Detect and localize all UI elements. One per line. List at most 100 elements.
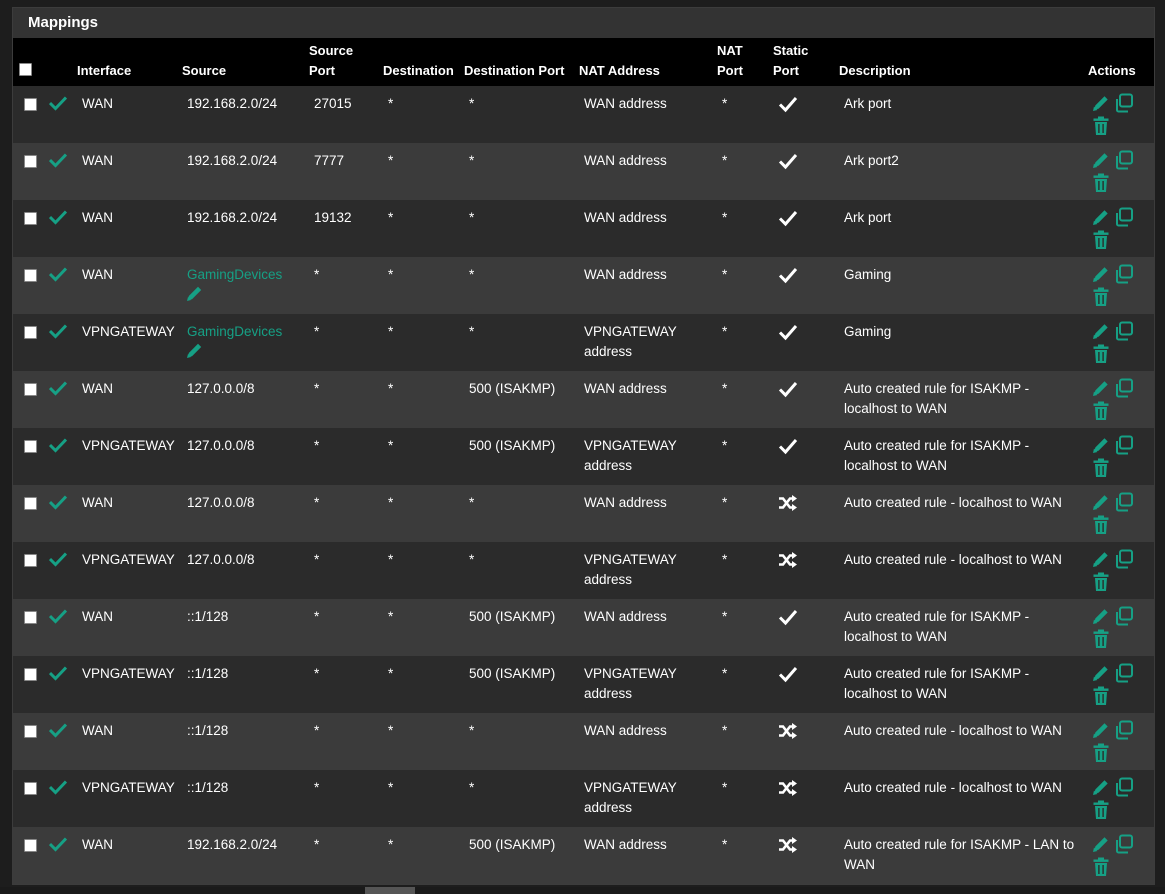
row-checkbox[interactable]: [24, 668, 37, 681]
trash-icon[interactable]: [1092, 743, 1110, 763]
source-port-cell: 19132: [314, 210, 352, 225]
random-port-shuffle-icon: [779, 723, 797, 739]
table-row: VPNGATEWAY GamingDevices * * * VPNGATEWA…: [13, 314, 1154, 371]
row-checkbox[interactable]: [24, 212, 37, 225]
edit-pencil-icon[interactable]: [1092, 550, 1110, 568]
trash-icon[interactable]: [1092, 800, 1110, 820]
enabled-check-icon: [49, 210, 67, 225]
row-checkbox[interactable]: [24, 839, 37, 852]
row-checkbox[interactable]: [24, 782, 37, 795]
description-cell: Gaming: [844, 265, 891, 285]
copy-icon[interactable]: [1114, 207, 1134, 227]
source-cell: 127.0.0.0/8: [187, 552, 255, 567]
row-checkbox[interactable]: [24, 554, 37, 567]
trash-icon[interactable]: [1092, 629, 1110, 649]
source-pencil-icon[interactable]: [186, 342, 204, 359]
description-cell: Ark port: [844, 94, 891, 114]
header-destination-port: Destination Port: [464, 63, 565, 78]
nat-address-cell: VPNGATEWAY address: [584, 322, 677, 362]
copy-icon[interactable]: [1114, 663, 1134, 683]
row-checkbox[interactable]: [24, 440, 37, 453]
trash-icon[interactable]: [1092, 116, 1110, 136]
nat-port-cell: *: [722, 438, 728, 453]
copy-icon[interactable]: [1114, 264, 1134, 284]
destination-port-cell: *: [469, 780, 475, 795]
trash-icon[interactable]: [1092, 857, 1110, 877]
destination-port-cell: *: [469, 723, 475, 738]
edit-pencil-icon[interactable]: [1092, 94, 1110, 112]
trash-icon[interactable]: [1092, 686, 1110, 706]
trash-icon[interactable]: [1092, 230, 1110, 250]
copy-icon[interactable]: [1114, 549, 1134, 569]
enabled-check-icon: [49, 609, 67, 624]
row-checkbox[interactable]: [24, 383, 37, 396]
copy-icon[interactable]: [1114, 93, 1134, 113]
nat-address-cell: WAN address: [584, 208, 667, 228]
row-checkbox[interactable]: [24, 497, 37, 510]
source-port-cell: *: [314, 552, 320, 567]
row-checkbox[interactable]: [24, 611, 37, 624]
edit-pencil-icon[interactable]: [1092, 607, 1110, 625]
enabled-check-icon: [49, 267, 67, 282]
interface-cell: WAN: [82, 153, 113, 168]
trash-icon[interactable]: [1092, 344, 1110, 364]
destination-cell: *: [388, 438, 394, 453]
copy-icon[interactable]: [1114, 378, 1134, 398]
edit-pencil-icon[interactable]: [1092, 778, 1110, 796]
nat-address-line1: WAN address: [584, 609, 667, 624]
copy-icon[interactable]: [1114, 492, 1134, 512]
nat-address-line1: WAN address: [584, 495, 667, 510]
destination-port-cell: 500 (ISAKMP): [469, 381, 556, 396]
nat-port-cell: *: [722, 723, 728, 738]
edit-pencil-icon[interactable]: [1092, 322, 1110, 340]
trash-icon[interactable]: [1092, 515, 1110, 535]
table-header: Interface Source Source Port Destination…: [13, 38, 1154, 86]
nat-address-line1: VPNGATEWAY: [584, 666, 677, 681]
copy-icon[interactable]: [1114, 720, 1134, 740]
enabled-check-icon: [49, 153, 67, 168]
source-pencil-icon[interactable]: [186, 285, 204, 302]
copy-icon[interactable]: [1114, 321, 1134, 341]
edit-pencil-icon[interactable]: [1092, 493, 1110, 511]
horizontal-scrollbar[interactable]: [0, 887, 1165, 894]
destination-cell: *: [388, 780, 394, 795]
interface-cell: WAN: [82, 609, 113, 624]
edit-pencil-icon[interactable]: [1092, 721, 1110, 739]
row-checkbox[interactable]: [24, 155, 37, 168]
copy-icon[interactable]: [1114, 834, 1134, 854]
trash-icon[interactable]: [1092, 287, 1110, 307]
copy-icon[interactable]: [1114, 150, 1134, 170]
edit-pencil-icon[interactable]: [1092, 151, 1110, 169]
edit-pencil-icon[interactable]: [1092, 265, 1110, 283]
source-cell: GamingDevices: [187, 267, 283, 282]
trash-icon[interactable]: [1092, 572, 1110, 592]
row-checkbox[interactable]: [24, 98, 37, 111]
copy-icon[interactable]: [1114, 777, 1134, 797]
trash-icon[interactable]: [1092, 458, 1110, 478]
source-cell: ::1/128: [187, 780, 229, 795]
random-port-shuffle-icon: [779, 552, 797, 568]
destination-cell: *: [388, 552, 394, 567]
row-checkbox[interactable]: [24, 269, 37, 282]
row-checkbox[interactable]: [24, 725, 37, 738]
copy-icon[interactable]: [1114, 606, 1134, 626]
edit-pencil-icon[interactable]: [1092, 436, 1110, 454]
edit-pencil-icon[interactable]: [1092, 208, 1110, 226]
destination-port-cell: *: [469, 324, 475, 339]
edit-pencil-icon[interactable]: [1092, 835, 1110, 853]
nat-port-cell: *: [722, 96, 728, 111]
header-static-port-line1: Static: [773, 43, 809, 58]
row-checkbox[interactable]: [24, 326, 37, 339]
edit-pencil-icon[interactable]: [1092, 379, 1110, 397]
select-all-checkbox[interactable]: [19, 63, 32, 76]
nat-port-cell: *: [722, 381, 728, 396]
trash-icon[interactable]: [1092, 173, 1110, 193]
random-port-shuffle-icon: [779, 780, 797, 796]
edit-pencil-icon[interactable]: [1092, 664, 1110, 682]
source-port-cell: *: [314, 666, 320, 681]
scrollbar-thumb[interactable]: [365, 887, 415, 894]
interface-cell: WAN: [82, 381, 113, 396]
trash-icon[interactable]: [1092, 401, 1110, 421]
copy-icon[interactable]: [1114, 435, 1134, 455]
source-cell: 127.0.0.0/8: [187, 381, 255, 396]
